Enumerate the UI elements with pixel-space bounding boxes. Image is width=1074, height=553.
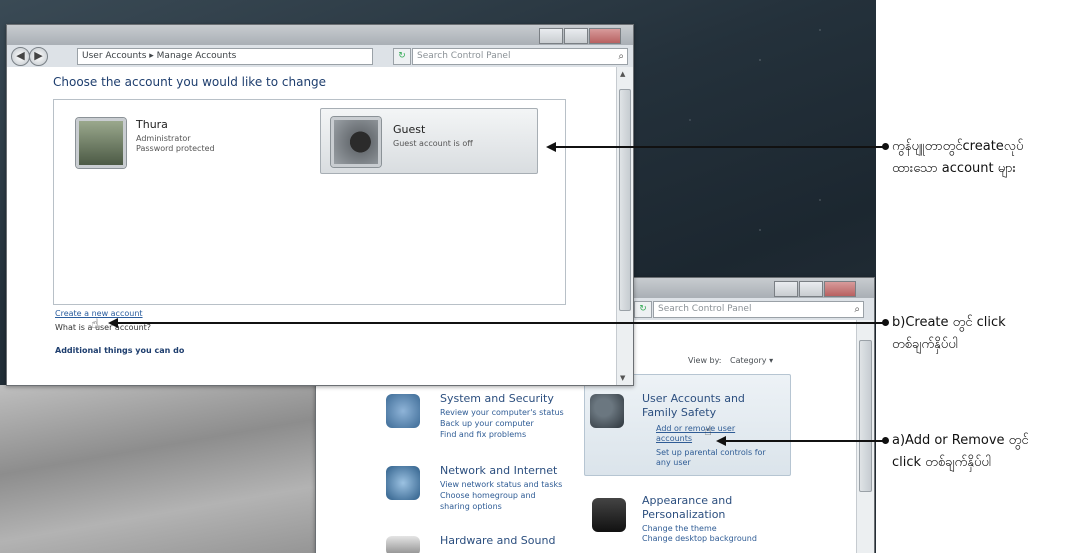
annotation-line bbox=[114, 322, 884, 324]
category-link[interactable]: View network status and tasks bbox=[440, 480, 562, 490]
category-link[interactable]: Choose homegroup and bbox=[440, 491, 536, 501]
back-arrow-icon[interactable]: ◀ bbox=[11, 47, 30, 66]
account-picture bbox=[331, 117, 381, 167]
category-link[interactable]: sharing options bbox=[440, 502, 502, 512]
manage-accounts-titlebar bbox=[7, 25, 633, 45]
scroll-thumb[interactable] bbox=[619, 89, 631, 311]
manage-accounts-navbar: ◀ ▶ User Accounts ▸ Manage Accounts ↻ Se… bbox=[7, 45, 633, 68]
annotation-line bbox=[722, 440, 884, 442]
annotation-line-text: b)Create တွင် click bbox=[892, 315, 1006, 330]
desktop-wallpaper-bottom-left bbox=[0, 385, 320, 553]
what-is-user-account-link[interactable]: What is a user account? bbox=[55, 323, 151, 332]
control-panel-scrollbar[interactable] bbox=[856, 320, 874, 553]
hand-cursor-icon: ☝ bbox=[91, 317, 99, 332]
view-by-label: View by: bbox=[688, 356, 722, 365]
breadcrumb-item[interactable]: Manage Accounts bbox=[157, 51, 237, 61]
category-title[interactable]: Hardware and Sound bbox=[440, 534, 555, 548]
minimize-button[interactable] bbox=[774, 281, 798, 297]
manage-accounts-window: ◀ ▶ User Accounts ▸ Manage Accounts ↻ Se… bbox=[6, 24, 634, 386]
account-status: Password protected bbox=[136, 144, 215, 153]
parental-controls-link[interactable]: Set up parental controls for bbox=[656, 448, 766, 458]
printer-icon bbox=[386, 536, 420, 553]
magnifier-icon: ⌕ bbox=[854, 304, 860, 315]
category-title[interactable]: Network and Internet bbox=[440, 464, 557, 478]
parental-controls-link[interactable]: any user bbox=[656, 458, 691, 468]
annotation-add-remove: a)Add or Remove တွင် click တစ်ချက်နှိပ်ပ… bbox=[892, 430, 1029, 474]
view-by-dropdown[interactable]: Category ▾ bbox=[730, 356, 773, 365]
manage-accounts-scrollbar[interactable]: ▲ ▼ bbox=[616, 67, 633, 385]
refresh-icon[interactable]: ↻ bbox=[634, 301, 652, 318]
close-button[interactable] bbox=[824, 281, 856, 297]
forward-arrow-icon[interactable]: ▶ bbox=[29, 47, 48, 66]
category-link[interactable]: Find and fix problems bbox=[440, 430, 526, 440]
annotation-line-text: တစ်ချက်နှိပ်ပါ bbox=[892, 337, 958, 352]
category-title[interactable]: Appearance and bbox=[642, 494, 732, 508]
search-input[interactable]: Search Control Panel ⌕ bbox=[653, 301, 864, 318]
category-link[interactable]: Back up your computer bbox=[440, 419, 534, 429]
annotation-create: b)Create တွင် click တစ်ချက်နှိပ်ပါ bbox=[892, 312, 1006, 356]
category-link[interactable]: Review your computer's status bbox=[440, 408, 564, 418]
add-remove-accounts-link[interactable]: Add or remove user bbox=[656, 424, 735, 434]
account-name: Guest bbox=[393, 123, 426, 136]
hand-cursor-icon: ☝ bbox=[704, 424, 712, 439]
breadcrumb-item[interactable]: User Accounts bbox=[82, 51, 146, 61]
category-link[interactable]: Change desktop background bbox=[642, 534, 757, 544]
shield-icon bbox=[386, 394, 420, 428]
category-link[interactable]: Change the theme bbox=[642, 524, 717, 534]
back-forward-buttons: ◀ ▶ bbox=[11, 47, 48, 66]
account-picture bbox=[76, 118, 126, 168]
category-title[interactable]: Personalization bbox=[642, 508, 725, 522]
search-placeholder: Search Control Panel bbox=[658, 304, 752, 314]
annotation-line bbox=[552, 146, 884, 148]
annotation-line-text: a)Add or Remove တွင် bbox=[892, 433, 1029, 448]
additional-things-heading: Additional things you can do bbox=[55, 346, 185, 355]
bullet-dot bbox=[882, 319, 889, 326]
maximize-button[interactable] bbox=[799, 281, 823, 297]
breadcrumb-separator: ▸ bbox=[149, 51, 157, 61]
users-icon bbox=[590, 394, 624, 428]
close-button[interactable] bbox=[589, 28, 621, 44]
account-name: Thura bbox=[136, 118, 168, 131]
annotation-accounts: ကွန်ပျူတာတွင်createလုပ် ထားသော account မ… bbox=[892, 136, 1023, 180]
screenshot-photo: ↻ Search Control Panel ⌕ View by: Catego… bbox=[0, 0, 876, 553]
annotation-line-text: ကွန်ပျူတာတွင်createလုပ် bbox=[892, 139, 1024, 154]
add-remove-accounts-link[interactable]: accounts bbox=[656, 434, 692, 444]
account-thura[interactable]: Thura Administrator Password protected bbox=[72, 114, 272, 174]
magnifier-icon: ⌕ bbox=[618, 51, 624, 62]
refresh-icon[interactable]: ↻ bbox=[393, 48, 411, 65]
manage-accounts-content: Choose the account you would like to cha… bbox=[7, 67, 617, 385]
search-placeholder: Search Control Panel bbox=[417, 51, 511, 61]
search-input[interactable]: Search Control Panel ⌕ bbox=[412, 48, 628, 65]
globe-icon bbox=[386, 466, 420, 500]
maximize-button[interactable] bbox=[564, 28, 588, 44]
account-role: Administrator bbox=[136, 134, 191, 143]
scroll-thumb[interactable] bbox=[859, 340, 872, 492]
account-guest[interactable]: Guest Guest account is off bbox=[320, 108, 538, 174]
address-bar[interactable]: User Accounts ▸ Manage Accounts bbox=[77, 48, 373, 65]
account-status: Guest account is off bbox=[393, 139, 473, 148]
annotation-line-text: ထားသော account များ bbox=[892, 161, 1016, 176]
view-by: View by: Category ▾ bbox=[688, 356, 773, 365]
category-title[interactable]: System and Security bbox=[440, 392, 554, 406]
minimize-button[interactable] bbox=[539, 28, 563, 44]
monitor-icon bbox=[592, 498, 626, 532]
page-title: Choose the account you would like to cha… bbox=[53, 75, 327, 89]
bullet-dot bbox=[882, 143, 889, 150]
accounts-list: Thura Administrator Password protected G… bbox=[53, 99, 566, 305]
scroll-up-arrow[interactable]: ▲ bbox=[620, 70, 625, 78]
category-title[interactable]: Family Safety bbox=[642, 406, 716, 420]
bullet-dot bbox=[882, 437, 889, 444]
category-title[interactable]: User Accounts and bbox=[642, 392, 745, 406]
annotation-line-text: click တစ်ချက်နှိပ်ပါ bbox=[892, 455, 992, 470]
scroll-down-arrow[interactable]: ▼ bbox=[620, 374, 625, 382]
